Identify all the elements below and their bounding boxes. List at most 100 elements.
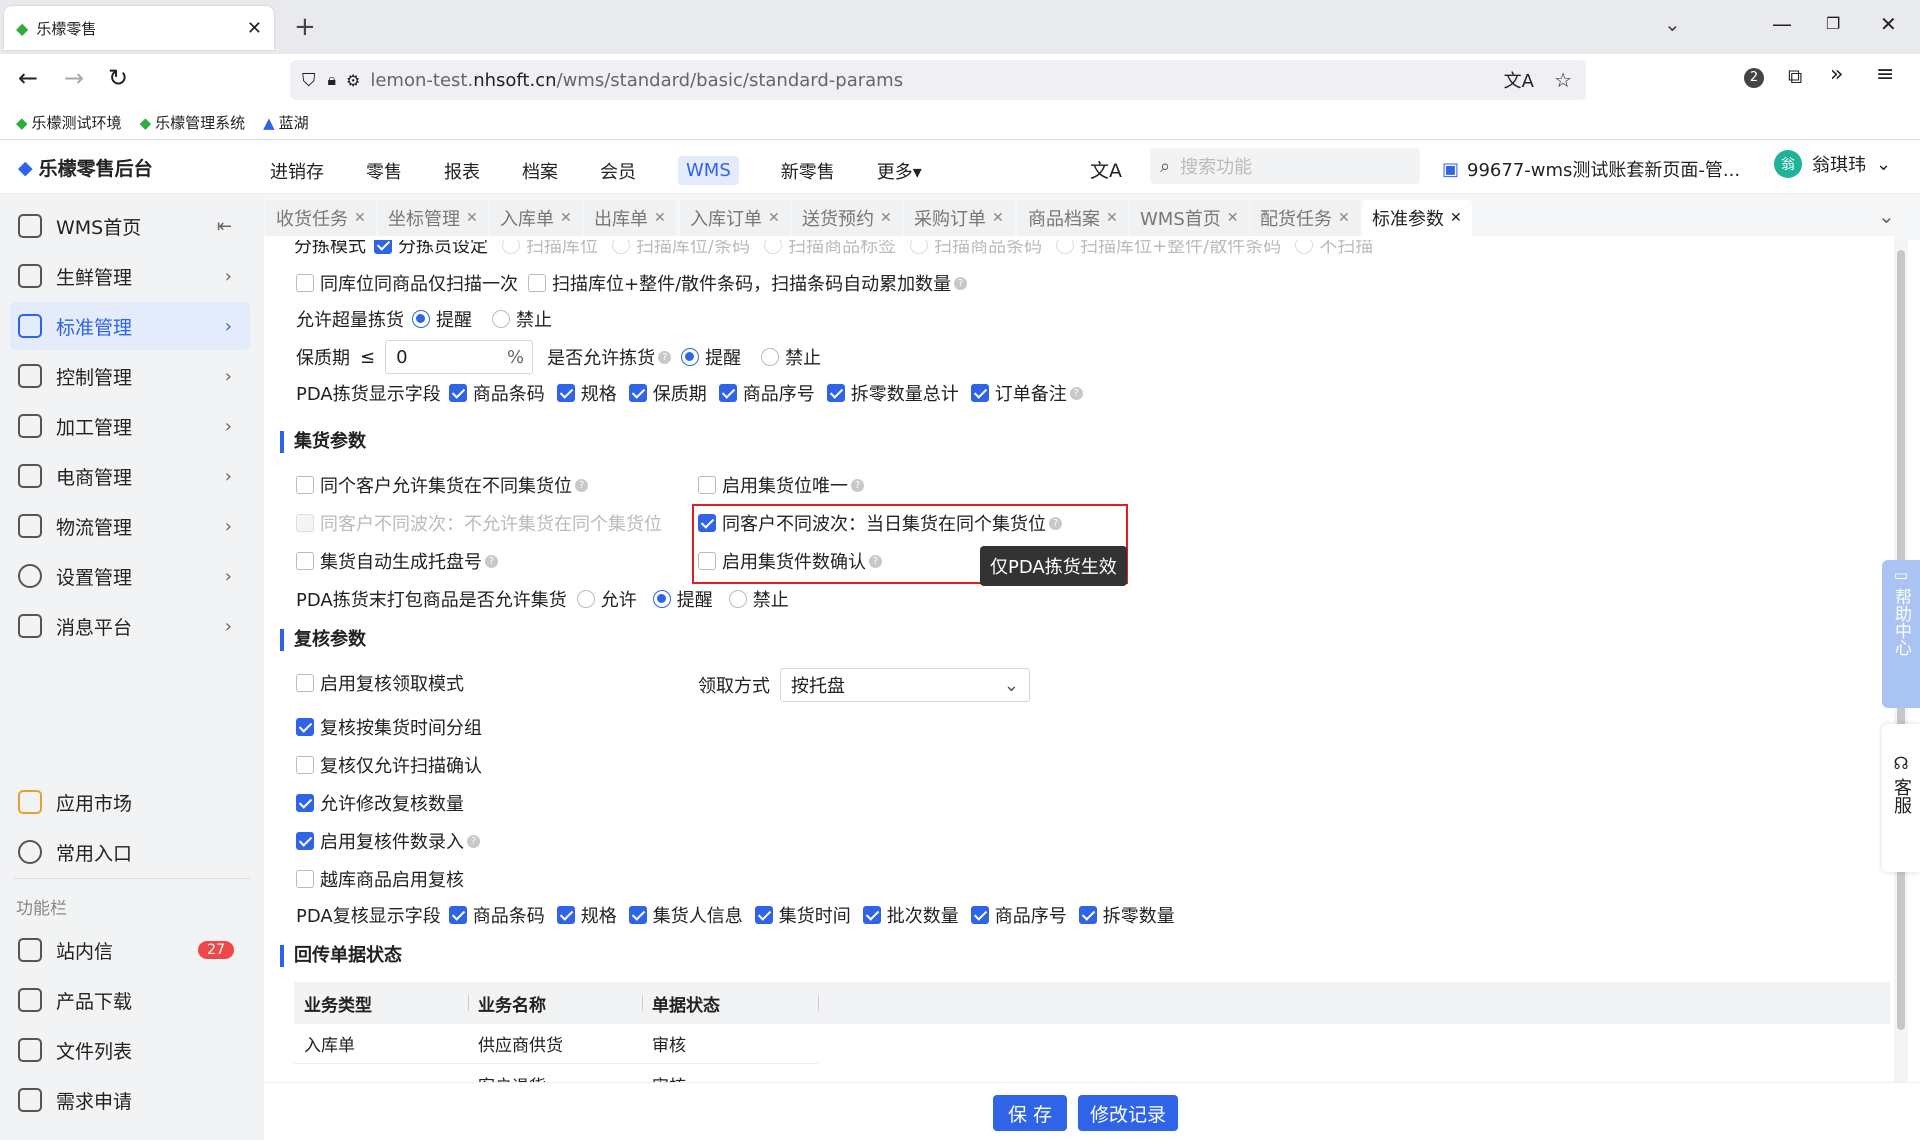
topnav-item[interactable]: 进销存	[270, 158, 324, 184]
page-tab[interactable]: 出库单 ✕	[584, 200, 676, 236]
pick-field-checkbox[interactable]	[970, 384, 989, 402]
address-bar[interactable]: ⛉ 🔒︎ ⚙ lemon-test.nhsoft.cn/wms/standard…	[290, 60, 1586, 100]
sidebar-item-logistics[interactable]: 物流管理 ›	[10, 502, 250, 550]
close-tab-icon[interactable]: ✕	[247, 18, 262, 39]
close-icon[interactable]: ✕	[560, 210, 572, 226]
tab-list-chevron-icon[interactable]: ⌄	[1664, 12, 1681, 36]
bookmark-item[interactable]: 蓝湖	[279, 112, 309, 133]
page-tab[interactable]: 坐标管理 ✕	[378, 200, 488, 236]
review-group-checkbox[interactable]	[296, 718, 314, 736]
review-field-checkbox[interactable]	[448, 906, 467, 924]
topnav-item[interactable]: 档案	[522, 158, 558, 184]
review-scan-only-checkbox[interactable]	[296, 756, 314, 774]
scan-once-checkbox[interactable]	[296, 274, 314, 292]
over-pick-warn-radio[interactable]	[412, 310, 430, 328]
topnav-item[interactable]: 新零售	[781, 158, 835, 184]
topnav-item[interactable]: 会员	[600, 158, 636, 184]
sidebar-item-downloads[interactable]: 产品下载	[10, 976, 250, 1024]
account-name[interactable]: 99677-wms测试账套新页面-管...	[1467, 156, 1740, 182]
unpacked-warn-radio[interactable]	[652, 590, 671, 608]
site-settings-icon[interactable]: ⚙	[346, 71, 360, 90]
help-icon[interactable]: ?	[1069, 386, 1083, 400]
page-tab[interactable]: 入库订单 ✕	[680, 200, 790, 236]
multi-location-checkbox[interactable]	[296, 476, 314, 494]
user-menu-chevron-icon[interactable]: ⌄	[1876, 154, 1891, 175]
collapse-sidebar-icon[interactable]: ⇤	[217, 216, 232, 237]
review-field-checkbox[interactable]	[556, 906, 575, 924]
allow-pick-warn-radio[interactable]	[681, 348, 700, 366]
review-field-checkbox[interactable]	[1078, 906, 1097, 924]
language-icon[interactable]: 文A	[1090, 156, 1122, 183]
sidebar-item-files[interactable]: 文件列表	[10, 1026, 250, 1074]
customer-service-float[interactable]: ☊ 客服	[1882, 724, 1920, 872]
menu-icon[interactable]: ≡	[1876, 62, 1894, 87]
close-icon[interactable]: ✕	[1106, 210, 1118, 226]
topnav-item-more[interactable]: 更多▾	[877, 158, 922, 184]
avatar[interactable]: 翁	[1774, 150, 1802, 178]
page-tab[interactable]: 商品档案 ✕	[1018, 200, 1128, 236]
page-tab[interactable]: 收货任务 ✕	[266, 200, 376, 236]
sidebar-item-wms-home[interactable]: WMS首页 ⇤	[10, 202, 250, 250]
sidebar-item-settings[interactable]: 设置管理 ›	[10, 552, 250, 600]
pick-field-checkbox[interactable]	[826, 384, 845, 402]
page-tab[interactable]: WMS首页 ✕	[1130, 200, 1249, 236]
help-icon[interactable]: ?	[485, 554, 498, 568]
sidebar-item-app-market[interactable]: 应用市场	[10, 778, 250, 826]
close-icon[interactable]: ✕	[466, 210, 478, 226]
help-icon[interactable]: ?	[851, 478, 864, 492]
unpacked-allow-radio[interactable]	[576, 590, 595, 608]
shelf-life-input[interactable]: 0 %	[385, 340, 534, 374]
review-field-checkbox[interactable]	[628, 906, 647, 924]
back-icon[interactable]: ←	[18, 64, 38, 92]
sidebar-item-ecommerce[interactable]: 电商管理 ›	[10, 452, 250, 500]
close-icon[interactable]: ✕	[992, 210, 1004, 226]
topnav-item[interactable]: 报表	[444, 158, 480, 184]
close-icon[interactable]: ✕	[768, 210, 780, 226]
forward-icon[interactable]: →	[64, 64, 84, 92]
translate-icon[interactable]: 文A	[1504, 67, 1534, 93]
unpacked-forbid-radio[interactable]	[728, 590, 747, 608]
page-tab[interactable]: 配货任务 ✕	[1250, 200, 1360, 236]
sidebar-item-inbox[interactable]: 站内信 27	[10, 926, 250, 974]
bookmark-item[interactable]: 乐檬管理系统	[155, 112, 245, 133]
allow-pick-forbid-radio[interactable]	[761, 348, 780, 366]
extensions-icon[interactable]: ⧉	[1788, 64, 1802, 88]
tabs-dropdown-chevron-icon[interactable]: ⌄	[1878, 204, 1895, 228]
help-icon[interactable]: ?	[658, 350, 672, 364]
sidebar-item-control[interactable]: 控制管理 ›	[10, 352, 250, 400]
crossdock-review-checkbox[interactable]	[296, 870, 314, 888]
review-field-checkbox[interactable]	[754, 906, 773, 924]
function-search[interactable]: ⌕ 搜索功能	[1150, 148, 1420, 184]
help-icon[interactable]: ?	[575, 478, 588, 492]
sidebar-item-processing[interactable]: 加工管理 ›	[10, 402, 250, 450]
pick-field-checkbox[interactable]	[556, 384, 575, 402]
unique-location-checkbox[interactable]	[698, 476, 716, 494]
topnav-item-active[interactable]: WMS	[678, 156, 739, 185]
user-name[interactable]: 翁琪玮	[1812, 151, 1866, 177]
profile-badge[interactable]: 2	[1744, 68, 1764, 88]
bookmark-star-icon[interactable]: ☆	[1554, 68, 1572, 92]
sidebar-item-messages[interactable]: 消息平台 ›	[10, 602, 250, 650]
pick-field-checkbox[interactable]	[718, 384, 737, 402]
page-tab[interactable]: 采购订单 ✕	[904, 200, 1014, 236]
close-icon[interactable]: ✕	[654, 210, 666, 226]
sidebar-item-standard[interactable]: 标准管理 ›	[10, 302, 250, 350]
save-button[interactable]: 保 存	[993, 1095, 1067, 1131]
minimize-icon[interactable]: —	[1772, 12, 1792, 36]
auto-accumulate-checkbox[interactable]	[528, 274, 546, 292]
search-input[interactable]: 搜索功能	[1180, 153, 1252, 179]
review-field-checkbox[interactable]	[862, 906, 881, 924]
over-pick-forbid-radio[interactable]	[492, 310, 510, 328]
window-close-icon[interactable]: ✕	[1880, 12, 1897, 36]
close-icon[interactable]: ✕	[880, 210, 892, 226]
claim-mode-select[interactable]: 按托盘 ⌄	[780, 668, 1030, 702]
close-icon[interactable]: ✕	[1450, 210, 1462, 226]
page-tab-active[interactable]: 标准参数 ✕	[1362, 200, 1472, 236]
overflow-chevrons-icon[interactable]: »	[1830, 62, 1843, 87]
pick-field-checkbox[interactable]	[628, 384, 647, 402]
change-log-button[interactable]: 修改记录	[1078, 1095, 1178, 1131]
help-center-float[interactable]: ▭ 帮助中心	[1882, 560, 1920, 708]
review-count-input-checkbox[interactable]	[296, 832, 314, 850]
close-icon[interactable]: ✕	[1338, 210, 1350, 226]
close-icon[interactable]: ✕	[1227, 210, 1239, 226]
